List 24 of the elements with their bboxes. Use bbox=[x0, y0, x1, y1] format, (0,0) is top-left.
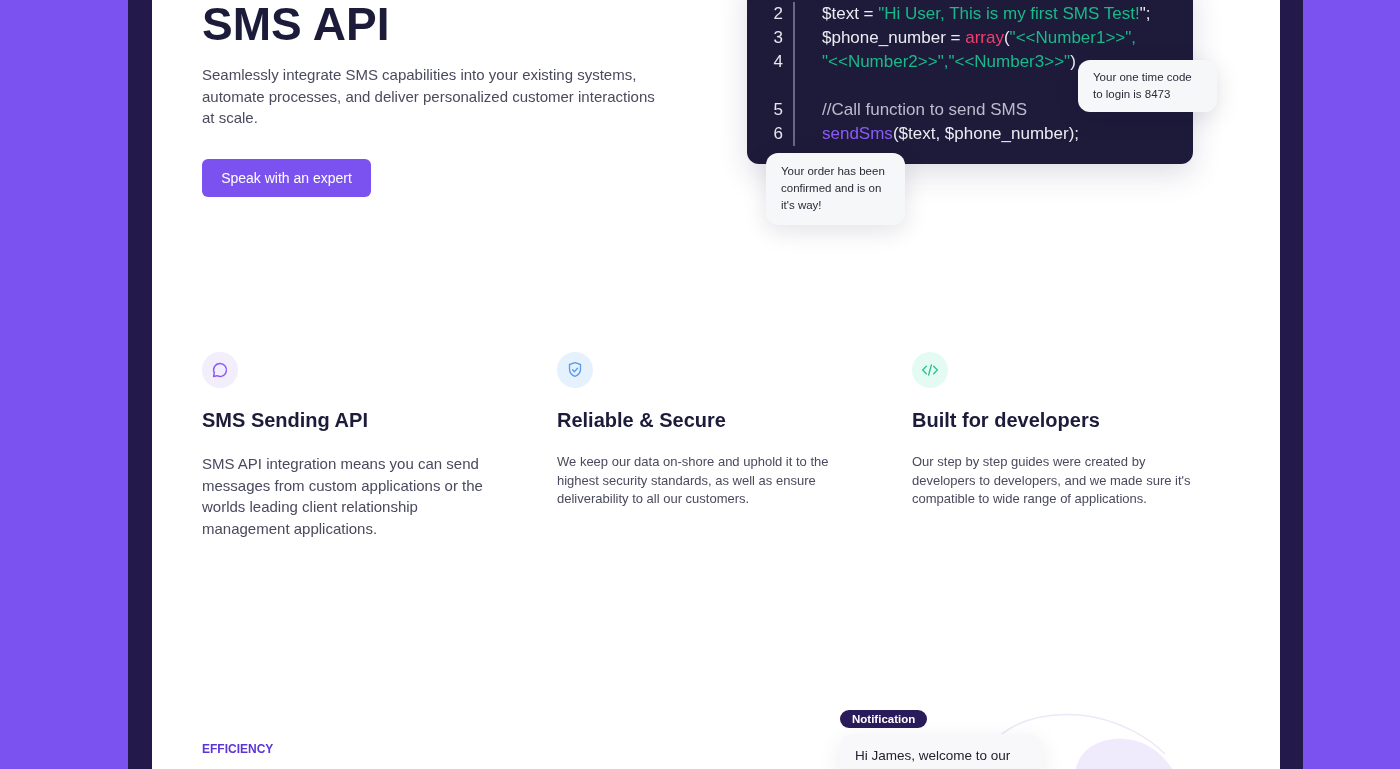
feature-description: We keep our data on-shore and uphold it to the highest security standards, as well as ensure deliverability to all our customers. bbox=[557, 453, 830, 508]
page-title: SMS API bbox=[202, 0, 391, 52]
code-line: //Call function to send SMS bbox=[821, 100, 1028, 120]
code-line: sendSms($text, $phone_number); bbox=[821, 124, 1080, 144]
code-line: $phone_number = array("<<Number1>>", bbox=[821, 28, 1137, 48]
hero-description: Seamlessly integrate SMS capabilities into your existing systems, automate processes, and deliver personalized customer interactions at scale. bbox=[202, 65, 656, 128]
message-bubble: Your order has been confirmed and is on it's way! bbox=[766, 153, 905, 225]
feature-description: SMS API integration means you can send messages from custom applications or the worlds leading client relationship management applications. bbox=[202, 454, 484, 539]
feature-title: Built for developers bbox=[912, 408, 1101, 433]
message-bubble: Your one time code to login is 8473 bbox=[1078, 60, 1217, 112]
feature-title: Reliable & Secure bbox=[557, 408, 727, 433]
code-line: $text = "Hi User, This is my first SMS Test!"; bbox=[821, 4, 1151, 24]
feature-title: SMS Sending API bbox=[202, 408, 369, 433]
line-number: 6 bbox=[747, 122, 795, 146]
section-eyebrow: EFFICIENCY bbox=[202, 742, 275, 756]
notification-card: Hi James, welcome to our bbox=[840, 734, 1042, 769]
notification-badge: Notification bbox=[840, 710, 928, 728]
code-line: "<<Number2>>","<<Number3>>") bbox=[821, 52, 1076, 72]
line-number: 4 bbox=[747, 50, 795, 74]
speak-with-expert-button[interactable]: Speak with an expert bbox=[202, 158, 371, 197]
line-number: 2 bbox=[747, 2, 795, 26]
line-number: 5 bbox=[747, 98, 795, 122]
line-number: 3 bbox=[747, 26, 795, 50]
feature-description: Our step by step guides were created by developers to developers, and we made sure it's compatible to wide range of applications. bbox=[912, 453, 1192, 508]
